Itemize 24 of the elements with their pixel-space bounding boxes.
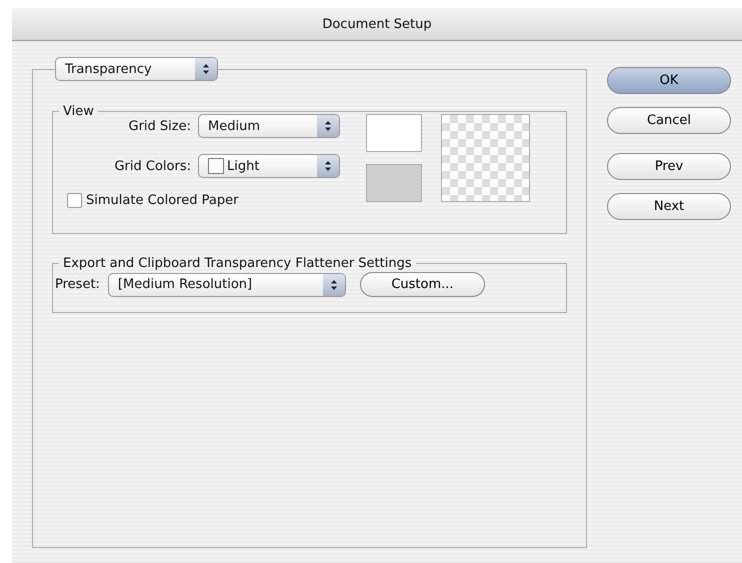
preset-popup[interactable]: [Medium Resolution] [108, 272, 346, 296]
dialog-button[interactable]: Next [607, 193, 731, 220]
checkbox-label: Simulate Colored Paper [86, 193, 238, 208]
swatch-icon [208, 158, 224, 174]
stepper-icon [330, 278, 338, 290]
color-swatch[interactable] [366, 114, 422, 152]
group-title: View [62, 104, 95, 119]
custom-button[interactable]: Custom... [360, 272, 485, 297]
checkbox[interactable] [67, 193, 82, 208]
group-title: Export and Clipboard Transparency Flattener Settings [62, 256, 413, 271]
stepper-icon [202, 63, 210, 75]
grid-colors-popup[interactable]: Light [198, 154, 340, 178]
dialog-button[interactable]: Cancel [607, 107, 731, 134]
color-swatch[interactable] [366, 164, 422, 202]
field-label: Preset: [55, 277, 100, 292]
window-title: Document Setup [322, 16, 432, 32]
field-label: Grid Colors: [113, 158, 192, 174]
ok-button[interactable]: OK [607, 67, 731, 94]
stepper-icon [324, 120, 332, 132]
stepper-icon [324, 160, 332, 172]
field-label: Grid Size: [128, 118, 192, 134]
section-popup[interactable]: Transparency [55, 57, 218, 81]
dialog-button[interactable]: Prev [607, 153, 731, 180]
grid-size-popup[interactable]: Medium [198, 114, 340, 138]
